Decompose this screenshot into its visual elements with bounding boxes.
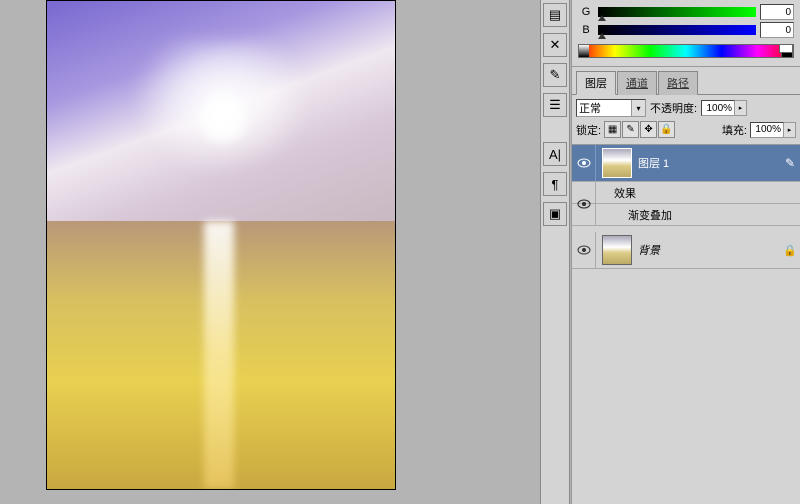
right-panels: G B 图层 通道 路径 正常 ▾ 不透明度: ▸ 锁定:	[571, 0, 800, 504]
info-panel-icon[interactable]: ▣	[543, 202, 567, 226]
opacity-label: 不透明度:	[650, 100, 697, 116]
lock-pixels-icon[interactable]: ✎	[622, 121, 639, 138]
spectrum-strip[interactable]	[578, 44, 794, 58]
brush-tool-icon[interactable]: ✎	[543, 63, 567, 87]
slider-thumb-icon[interactable]	[598, 15, 606, 21]
layer-row[interactable]: 背景 🔒	[572, 232, 800, 269]
panel-tabs: 图层 通道 路径	[572, 67, 800, 95]
layer-effects-group: 效果 渐变叠加	[572, 182, 800, 226]
paragraph-panel-icon[interactable]: ¶	[543, 172, 567, 196]
effects-label: 效果	[614, 185, 636, 201]
layer-row[interactable]: 图层 1 ✎	[572, 145, 800, 182]
layer-thumbnail[interactable]	[602, 235, 632, 265]
green-label: G	[578, 6, 594, 18]
lock-icons: ▦ ✎ ✥ 🔒	[604, 121, 675, 138]
blue-input[interactable]	[760, 22, 794, 38]
black-swatch-icon[interactable]	[781, 51, 793, 58]
green-input[interactable]	[760, 4, 794, 20]
fill-input[interactable]	[750, 122, 784, 138]
blend-mode-value: 正常	[579, 100, 601, 116]
lock-position-icon[interactable]: ✥	[640, 121, 657, 138]
tab-layers[interactable]: 图层	[576, 71, 616, 95]
tab-channels[interactable]: 通道	[617, 71, 657, 95]
color-panel: G B	[572, 0, 800, 67]
opacity-input[interactable]	[701, 100, 735, 116]
lock-label: 锁定:	[576, 122, 601, 138]
fill-label: 填充:	[722, 122, 747, 138]
blend-mode-select[interactable]: 正常 ▾	[576, 99, 646, 117]
sun-reflection	[204, 221, 234, 489]
green-slider-row: G	[578, 4, 794, 20]
sun-glow	[193, 89, 253, 149]
effect-item-row[interactable]: 渐变叠加	[572, 204, 800, 226]
dropdown-arrow-icon: ▾	[631, 100, 645, 116]
blue-slider-row: B	[578, 22, 794, 38]
effects-row[interactable]: 效果	[572, 182, 800, 204]
character-panel-icon[interactable]: A|	[543, 142, 567, 166]
visibility-toggle-icon[interactable]	[572, 145, 596, 181]
canvas-area	[0, 0, 534, 504]
slider-thumb-icon[interactable]	[598, 33, 606, 39]
document-canvas[interactable]	[46, 0, 396, 490]
lock-transparency-icon[interactable]: ▦	[604, 121, 621, 138]
tools-tool-icon[interactable]: ✕	[543, 33, 567, 57]
layer-thumbnail[interactable]	[602, 148, 632, 178]
layer-name[interactable]: 背景	[638, 242, 780, 258]
layer-name[interactable]: 图层 1	[638, 155, 780, 171]
lock-all-icon[interactable]: 🔒	[658, 121, 675, 138]
lock-icon: 🔒	[780, 244, 800, 257]
swatches-tool-icon[interactable]: ▤	[543, 3, 567, 27]
green-slider[interactable]	[598, 7, 756, 17]
effect-name: 渐变叠加	[628, 207, 672, 223]
layers-panel: 正常 ▾ 不透明度: ▸ 锁定: ▦ ✎ ✥ 🔒 填充: ▸	[572, 95, 800, 144]
layers-list: 图层 1 ✎ 效果 渐变叠加 背景 🔒	[572, 144, 800, 269]
visibility-toggle-icon[interactable]	[572, 232, 596, 268]
fill-flyout-icon[interactable]: ▸	[784, 122, 796, 138]
blend-mode-row: 正常 ▾ 不透明度: ▸	[576, 99, 796, 117]
layers-tool-icon[interactable]: ☰	[543, 93, 567, 117]
opacity-flyout-icon[interactable]: ▸	[735, 100, 747, 116]
visibility-toggle-icon[interactable]	[572, 182, 596, 226]
blue-slider[interactable]	[598, 25, 756, 35]
vertical-toolbar: ▤ ✕ ✎ ☰ A| ¶ ▣	[540, 0, 570, 504]
tab-paths[interactable]: 路径	[658, 71, 698, 95]
edit-brush-icon: ✎	[780, 156, 800, 170]
blue-label: B	[578, 24, 594, 36]
lock-row: 锁定: ▦ ✎ ✥ 🔒 填充: ▸	[576, 121, 796, 138]
